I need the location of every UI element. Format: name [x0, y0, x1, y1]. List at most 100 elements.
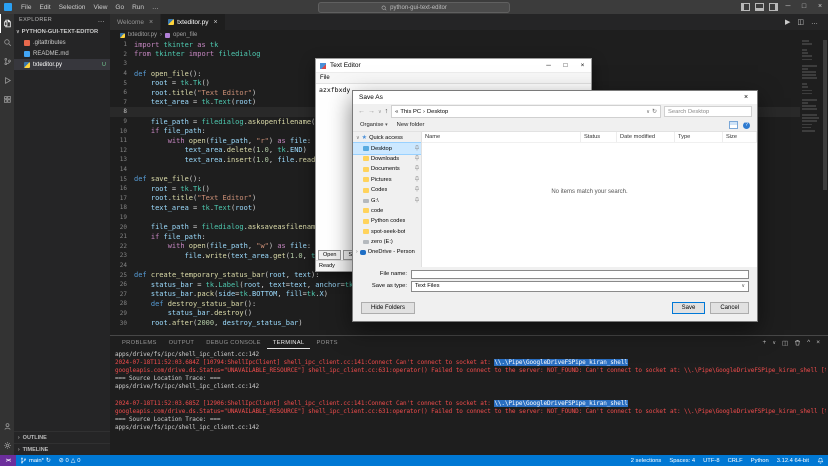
- new-terminal-icon[interactable]: +: [763, 339, 767, 346]
- status-3-12-4-64-bit[interactable]: 3.12.4 64-bit: [773, 455, 813, 466]
- close-tab-icon[interactable]: ×: [214, 19, 218, 26]
- dialog-close-button[interactable]: ×: [735, 91, 757, 104]
- tree-item-zero-e[interactable]: zero (E:): [353, 237, 421, 247]
- help-icon[interactable]: ?: [743, 122, 750, 129]
- status-spaces-4[interactable]: Spaces: 4: [665, 455, 699, 466]
- crumb-overflow-icon[interactable]: «: [395, 109, 398, 115]
- toggle-secondary-sidebar-icon[interactable]: [769, 3, 778, 11]
- remote-indicator[interactable]: ><: [0, 455, 16, 466]
- command-center[interactable]: python-gui-text-editor: [318, 2, 510, 13]
- menu-selection[interactable]: Selection: [55, 4, 90, 11]
- chevron-icon[interactable]: ∨: [356, 135, 360, 141]
- tab-welcome[interactable]: Welcome×: [110, 14, 161, 30]
- tree-item-quick-access[interactable]: ∨★Quick access: [353, 133, 421, 143]
- account-icon[interactable]: [0, 417, 14, 436]
- column-header-status[interactable]: Status: [581, 132, 617, 142]
- more-actions-icon[interactable]: …: [811, 19, 818, 26]
- close-tab-icon[interactable]: ×: [149, 19, 153, 26]
- address-dropdown-icon[interactable]: ∨: [646, 109, 650, 115]
- more-actions-icon[interactable]: …: [98, 17, 105, 24]
- split-terminal-icon[interactable]: ◫: [782, 339, 788, 347]
- status-2-selections[interactable]: 2 selections: [627, 455, 666, 466]
- toggle-panel-icon[interactable]: [755, 3, 764, 11]
- menu-go[interactable]: Go: [111, 4, 128, 11]
- search-icon[interactable]: [0, 33, 14, 52]
- file-row-txteditor-py[interactable]: txteditor.pyU: [14, 59, 110, 70]
- file-row-readme-md[interactable]: README.md: [14, 48, 110, 59]
- tree-item-spot-seek-bot[interactable]: spot-seek-bot: [353, 227, 421, 237]
- tree-item-g[interactable]: G:\: [353, 195, 421, 205]
- crumb-this-pc[interactable]: This PC: [400, 109, 421, 115]
- tree-item-python-codes[interactable]: Python codes: [353, 216, 421, 226]
- file-name-input[interactable]: [411, 270, 749, 279]
- menu-file[interactable]: File: [17, 4, 35, 11]
- maximize-panel-icon[interactable]: ^: [807, 339, 810, 346]
- extensions-icon[interactable]: [0, 90, 14, 109]
- settings-gear-icon[interactable]: [0, 436, 14, 455]
- cancel-button[interactable]: Cancel: [710, 302, 749, 314]
- minimize-button[interactable]: ─: [780, 0, 796, 14]
- column-header-type[interactable]: Type: [675, 132, 723, 142]
- notifications-item[interactable]: [813, 455, 828, 466]
- tree-item-onedrive-person[interactable]: ›OneDrive - Person: [353, 247, 421, 257]
- status-utf-8[interactable]: UTF-8: [699, 455, 723, 466]
- column-header-name[interactable]: Name: [422, 132, 581, 142]
- maximize-button[interactable]: □: [796, 0, 812, 14]
- tk-minimize-button[interactable]: ─: [540, 59, 557, 72]
- crumb-desktop[interactable]: Desktop: [427, 109, 448, 115]
- problems-item[interactable]: ⊘ 0 △ 0: [55, 455, 85, 466]
- minimap[interactable]: [802, 40, 821, 335]
- search-input[interactable]: [664, 106, 752, 117]
- tree-item-code[interactable]: code: [353, 206, 421, 216]
- section-outline[interactable]: ›OUTLINE: [14, 431, 110, 443]
- back-icon[interactable]: ←: [358, 108, 365, 115]
- menu-view[interactable]: View: [89, 4, 111, 11]
- tk-maximize-button[interactable]: □: [557, 59, 574, 72]
- column-header-date-modified[interactable]: Date modified: [617, 132, 675, 142]
- kill-terminal-icon[interactable]: [794, 339, 801, 346]
- explorer-icon[interactable]: [0, 14, 14, 33]
- status-python[interactable]: Python: [747, 455, 773, 466]
- recent-locations-icon[interactable]: ∨: [378, 109, 382, 115]
- panel-tab-problems[interactable]: PROBLEMS: [116, 336, 163, 349]
- tk-window-titlebar[interactable]: Text Editor ─ □ ×: [316, 59, 591, 73]
- panel-tab-ports[interactable]: PORTS: [310, 336, 343, 349]
- close-panel-icon[interactable]: ×: [816, 339, 820, 346]
- file-list[interactable]: NameStatusDate modifiedTypeSize No items…: [422, 132, 757, 267]
- tab-txteditor-py[interactable]: txteditor.py×: [161, 14, 226, 30]
- tree-item-pictures[interactable]: Pictures: [353, 175, 421, 185]
- save-button[interactable]: Save: [672, 302, 706, 314]
- panel-tab-output[interactable]: OUTPUT: [163, 336, 201, 349]
- menu-run[interactable]: Run: [128, 4, 148, 11]
- section-timeline[interactable]: ›TIMELINE: [14, 443, 110, 455]
- menu-edit[interactable]: Edit: [35, 4, 54, 11]
- column-header-size[interactable]: Size: [723, 132, 757, 142]
- hide-folders-button[interactable]: Hide Folders: [361, 302, 415, 314]
- status-crlf[interactable]: CRLF: [724, 455, 747, 466]
- split-editor-icon[interactable]: ◫: [797, 18, 804, 26]
- panel-tab-terminal[interactable]: TERMINAL: [267, 336, 311, 349]
- menu-more[interactable]: …: [148, 4, 163, 11]
- tk-file-menu[interactable]: File: [316, 75, 334, 81]
- refresh-icon[interactable]: ↻: [652, 108, 657, 115]
- close-button[interactable]: ×: [812, 0, 828, 14]
- tree-item-desktop[interactable]: Desktop: [353, 143, 421, 153]
- chevron-icon[interactable]: ›: [356, 249, 358, 255]
- scrollbar-slider[interactable]: [823, 40, 827, 190]
- terminal-output[interactable]: apps/drive/fs/ipc/shell_ipc_client.cc:14…: [115, 351, 826, 455]
- tree-item-codes[interactable]: Codes: [353, 185, 421, 195]
- tk-close-button[interactable]: ×: [574, 59, 591, 72]
- file-row-gitattributes[interactable]: .gitattributes: [14, 37, 110, 48]
- tree-item-documents[interactable]: Documents: [353, 164, 421, 174]
- panel-tab-debug-console[interactable]: DEBUG CONSOLE: [200, 336, 266, 349]
- dialog-titlebar[interactable]: Save As ×: [353, 91, 757, 104]
- organise-button[interactable]: Organise ▾: [360, 122, 388, 128]
- git-branch-item[interactable]: main* ↻: [16, 455, 55, 466]
- run-python-file-icon[interactable]: ▶: [785, 18, 790, 26]
- source-control-icon[interactable]: [0, 52, 14, 71]
- project-root-row[interactable]: ∨ PYTHON-GUI-TEXT-EDITOR: [14, 26, 110, 37]
- breadcrumb-symbol[interactable]: open_file: [173, 32, 197, 38]
- tree-item-downloads[interactable]: Downloads: [353, 154, 421, 164]
- tk-open-button[interactable]: Open: [318, 250, 341, 260]
- new-folder-button[interactable]: New folder: [397, 122, 425, 128]
